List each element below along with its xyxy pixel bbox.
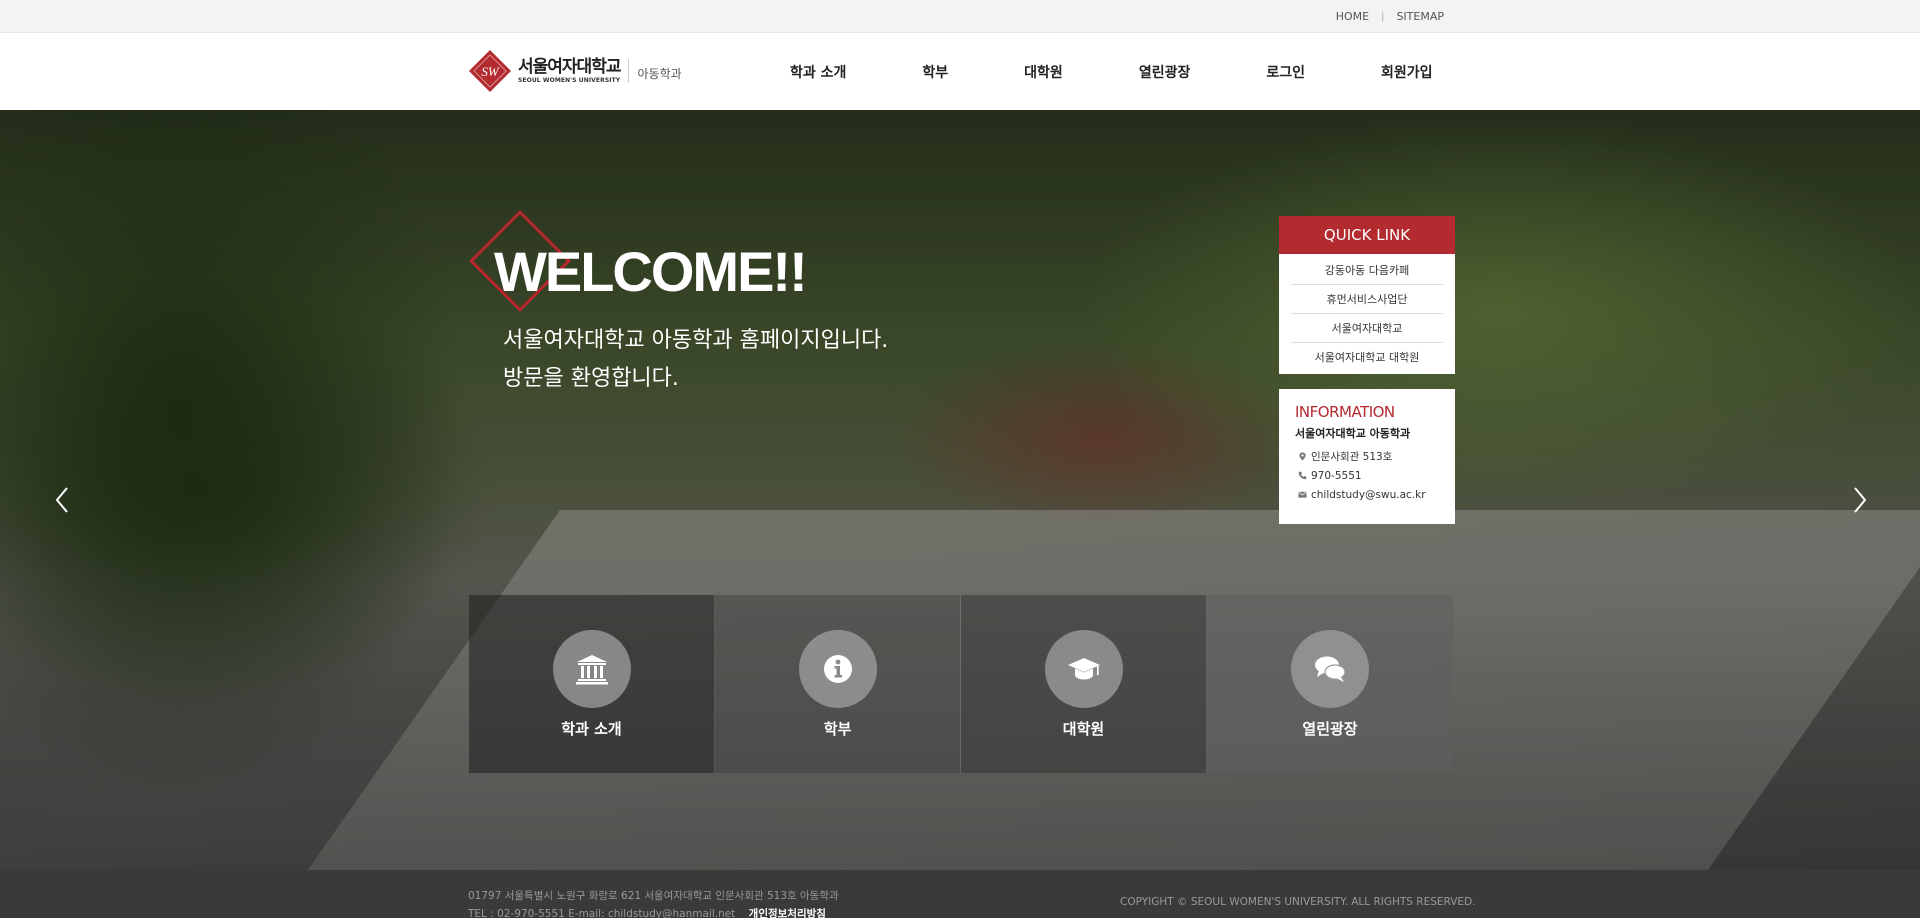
shortcut-about[interactable]: 학과 소개 xyxy=(469,595,715,773)
shortcut-undergraduate[interactable]: 학부 xyxy=(715,595,961,773)
shortcut-graduate-circle xyxy=(1044,630,1123,708)
shortcut-undergraduate-circle xyxy=(798,630,877,708)
utility-links: HOME | SITEMAP xyxy=(1336,0,1444,33)
information-phone: 970-5551 xyxy=(1295,466,1439,485)
information-email-text[interactable]: childstudy@swu.ac.kr xyxy=(1311,489,1426,501)
hero-banner: WELCOME!! 서울여자대학교 아동학과 홈페이지입니다. 방문을 환영합니… xyxy=(0,110,1920,870)
information-phone-text: 970-5551 xyxy=(1311,469,1362,482)
shortcut-open-square[interactable]: 열린광장 xyxy=(1207,595,1453,773)
envelope-icon xyxy=(1295,490,1309,499)
map-pin-icon xyxy=(1295,452,1309,461)
welcome-subtitle: 서울여자대학교 아동학과 홈페이지입니다. 방문을 환영합니다. xyxy=(503,322,888,398)
quick-link-panel: QUICK LINK 강동아동 다음카페 휴먼서비스사업단 서울여자대학교 서울… xyxy=(1279,216,1455,374)
home-link[interactable]: HOME xyxy=(1336,10,1369,23)
site-header: SW 서울여자대학교 SEOUL WOMEN'S UNIVERSITY 아동학과… xyxy=(0,33,1920,110)
sitemap-link[interactable]: SITEMAP xyxy=(1396,10,1444,23)
logo-mark-text: SW xyxy=(481,64,500,79)
quick-link-list: 강동아동 다음카페 휴먼서비스사업단 서울여자대학교 서울여자대학교 대학원 xyxy=(1279,254,1455,374)
footer-contact-line: TEL : 02-970-5551 E-mail: childstudy@han… xyxy=(468,905,839,918)
main-navigation: 학과 소개 학부 대학원 열린광장 로그인 회원가입 xyxy=(760,33,1433,110)
nav-item-undergraduate[interactable]: 학부 xyxy=(922,62,948,82)
information-panel: INFORMATION 서울여자대학교 아동학과 인문사회관 513호 970-… xyxy=(1279,389,1455,524)
nav-item-about[interactable]: 학과 소개 xyxy=(790,62,846,82)
chevron-right-icon xyxy=(1854,487,1867,513)
site-logo[interactable]: SW 서울여자대학교 SEOUL WOMEN'S UNIVERSITY 아동학과 xyxy=(468,49,682,93)
phone-icon xyxy=(1295,471,1309,480)
university-emblem-icon: SW xyxy=(468,49,512,93)
chevron-left-icon xyxy=(55,487,68,513)
welcome-subtitle-line2: 방문을 환영합니다. xyxy=(503,366,679,391)
footer-address-block: 01797 서울특별시 노원구 화랑로 621 서울여자대학교 인문사회관 51… xyxy=(468,887,839,918)
department-name: 아동학과 xyxy=(637,66,682,81)
shortcut-graduate[interactable]: 대학원 xyxy=(961,595,1207,773)
site-footer: 01797 서울특별시 노원구 화랑로 621 서울여자대학교 인문사회관 51… xyxy=(0,870,1920,918)
nav-item-signup[interactable]: 회원가입 xyxy=(1381,62,1433,82)
shortcut-menu: 학과 소개 학부 대학원 열린광장 xyxy=(469,595,1453,773)
building-icon xyxy=(575,655,608,685)
quick-link-title: QUICK LINK xyxy=(1279,216,1455,254)
shortcut-graduate-label: 대학원 xyxy=(1062,720,1105,738)
chat-bubbles-icon xyxy=(1315,656,1346,682)
utility-separator: | xyxy=(1381,11,1385,22)
quick-link-human-service[interactable]: 휴먼서비스사업단 xyxy=(1291,285,1443,314)
shortcut-about-label: 학과 소개 xyxy=(561,720,622,738)
shortcut-open-square-label: 열린광장 xyxy=(1302,720,1358,738)
information-department: 서울여자대학교 아동학과 xyxy=(1295,427,1411,440)
footer-copyright: COPYIGHT © SEOUL WOMEN'S UNIVERSITY. ALL… xyxy=(1120,896,1476,908)
shortcut-open-square-circle xyxy=(1291,630,1369,708)
welcome-title: WELCOME!! xyxy=(494,240,808,303)
shortcut-about-circle xyxy=(552,630,631,708)
information-title: INFORMATION xyxy=(1295,403,1395,421)
welcome-subtitle-line1: 서울여자대학교 아동학과 홈페이지입니다. xyxy=(503,328,889,353)
graduation-cap-icon xyxy=(1067,658,1100,680)
slider-prev-button[interactable] xyxy=(50,480,74,520)
info-icon xyxy=(823,655,852,683)
logo-text: 서울여자대학교 SEOUL WOMEN'S UNIVERSITY xyxy=(518,57,621,85)
utility-bar: HOME | SITEMAP xyxy=(0,0,1920,33)
quick-link-daum-cafe[interactable]: 강동아동 다음카페 xyxy=(1291,256,1443,285)
footer-contact: TEL : 02-970-5551 E-mail: childstudy@han… xyxy=(468,908,736,918)
logo-korean-name: 서울여자대학교 xyxy=(518,57,621,77)
information-location-text: 인문사회관 513호 xyxy=(1311,451,1393,463)
footer-address: 01797 서울특별시 노원구 화랑로 621 서울여자대학교 인문사회관 51… xyxy=(468,890,839,902)
nav-item-open-square[interactable]: 열린광장 xyxy=(1139,62,1191,82)
information-email: childstudy@swu.ac.kr xyxy=(1295,485,1439,504)
logo-english-name: SEOUL WOMEN'S UNIVERSITY xyxy=(518,77,621,84)
nav-item-login[interactable]: 로그인 xyxy=(1266,62,1305,82)
quick-link-graduate-school[interactable]: 서울여자대학교 대학원 xyxy=(1291,343,1443,372)
slider-next-button[interactable] xyxy=(1848,480,1872,520)
shortcut-undergraduate-label: 학부 xyxy=(823,720,852,738)
nav-item-graduate[interactable]: 대학원 xyxy=(1024,62,1063,82)
logo-divider xyxy=(628,59,630,83)
privacy-policy-link[interactable]: 개인정보처리방침 xyxy=(749,908,826,918)
quick-link-university[interactable]: 서울여자대학교 xyxy=(1291,314,1443,343)
information-location: 인문사회관 513호 xyxy=(1295,447,1439,466)
